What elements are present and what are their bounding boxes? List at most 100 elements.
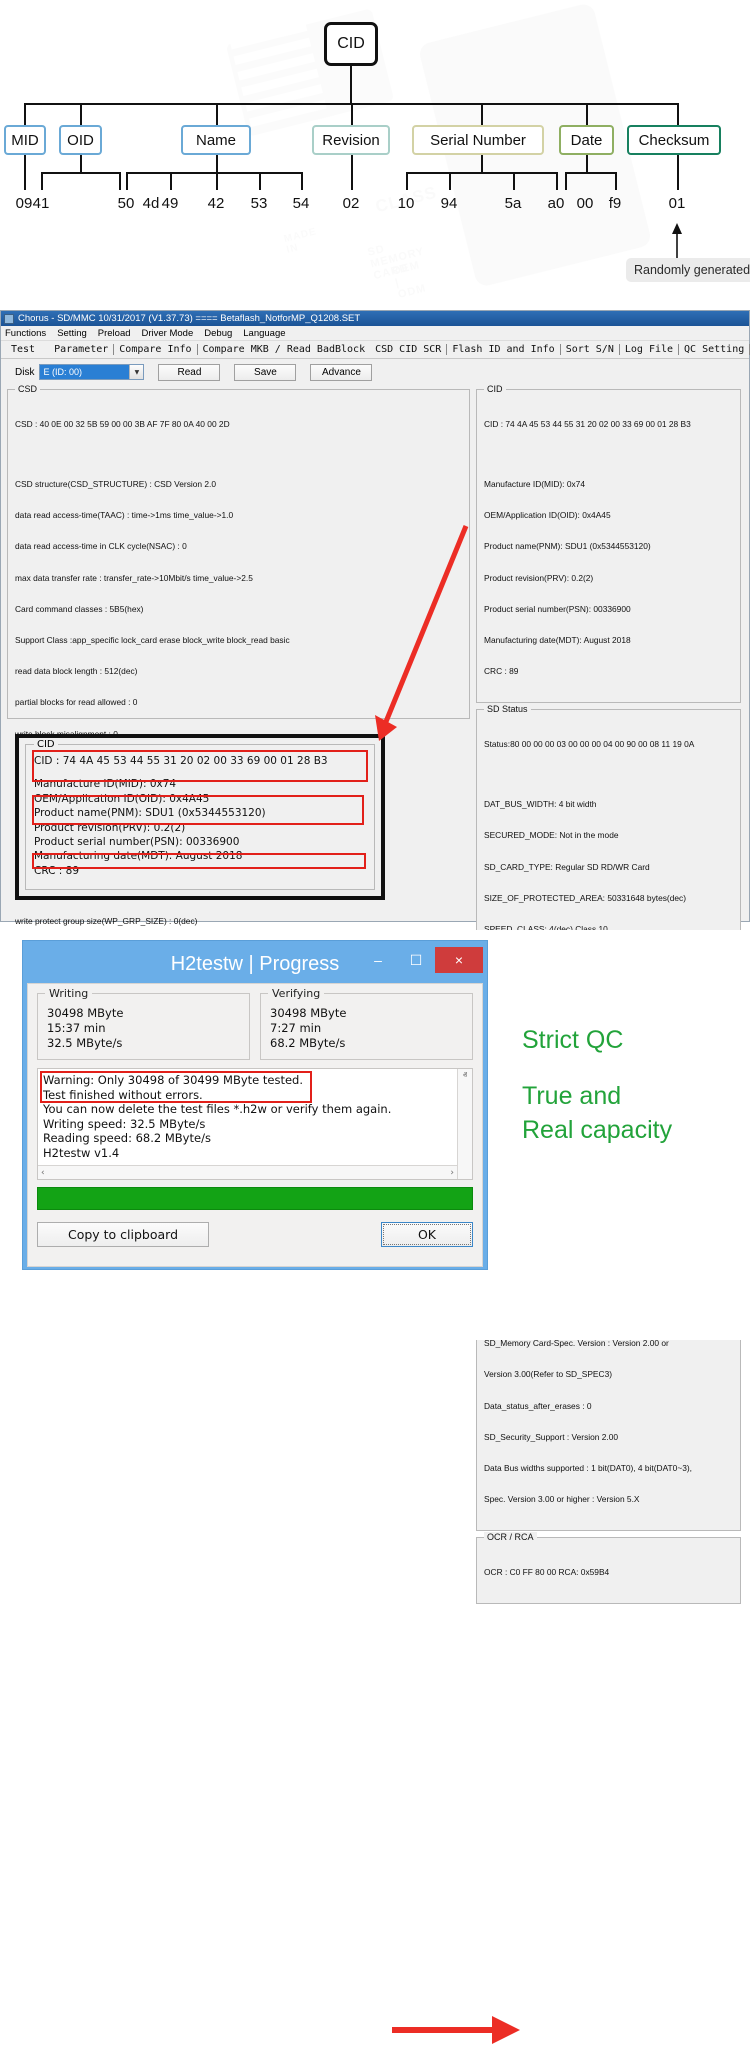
cid-tree-diagram: CLASS SD MEMORY CARD OEM | ODM MADE IN C… <box>0 0 750 300</box>
menu-item-language[interactable]: Language <box>243 328 285 339</box>
tick-name-0 <box>126 172 128 190</box>
byte-label-1: 41 <box>26 195 56 212</box>
byte-label-4: 49 <box>155 195 185 212</box>
byte-label-14: f9 <box>600 195 630 212</box>
tab-test[interactable]: Test <box>6 344 49 355</box>
drop-date <box>586 155 588 173</box>
csd-line-9: partial blocks for read allowed : 0 <box>15 697 462 707</box>
toolbar: Disk E (ID: 00) ▼ Read Save Advance <box>1 359 749 385</box>
byte-label-10: 94 <box>434 195 464 212</box>
diagram-node-mid: MID <box>4 125 46 155</box>
cid-zoom-group: CID CID : 74 4A 45 53 44 55 31 20 02 00 … <box>25 744 375 890</box>
cid-zoom-spacer <box>34 768 366 777</box>
byte-label-9: 10 <box>391 195 421 212</box>
tab-parameter[interactable]: Parameter <box>49 344 114 355</box>
disk-select[interactable]: E (ID: 00) ▼ <box>39 364 144 380</box>
diagram-node-serial-label: Serial Number <box>430 132 526 149</box>
menu-item-setting[interactable]: Setting <box>57 328 87 339</box>
bracket-name <box>126 172 301 174</box>
writing-legend: Writing <box>45 987 92 1000</box>
writing-time: 15:37 min <box>47 1021 240 1036</box>
close-icon[interactable]: × <box>435 947 483 973</box>
tick-name-3 <box>259 172 261 190</box>
copy-to-clipboard-button[interactable]: Copy to clipboard <box>37 1222 209 1247</box>
scr-line-8: Spec. Version 3.00 or higher : Version 5… <box>484 1494 733 1504</box>
read-button[interactable]: Read <box>158 364 220 381</box>
diagram-node-revision: Revision <box>312 125 390 155</box>
log-vscrollbar[interactable]: ⱏ ⱟ <box>457 1069 472 1179</box>
log-output[interactable]: Warning: Only 30498 of 30499 MByte teste… <box>37 1068 473 1180</box>
csd-line-7: Support Class :app_specific lock_card er… <box>15 635 462 645</box>
ok-button[interactable]: OK <box>381 1222 473 1247</box>
cid-line-2: Manufacture ID(MID): 0x74 <box>484 479 733 489</box>
disk-label: Disk <box>15 367 34 378</box>
byte-label-11: 5a <box>498 195 528 212</box>
stem-oid <box>80 103 82 125</box>
verifying-time: 7:27 min <box>270 1021 463 1036</box>
ocr-rca-body: OCR : C0 FF 80 00 RCA: 0x59B4 <box>477 1538 740 1603</box>
menu-item-driver-mode[interactable]: Driver Mode <box>142 328 194 339</box>
menu-item-preload[interactable]: Preload <box>98 328 131 339</box>
menu-item-debug[interactable]: Debug <box>204 328 232 339</box>
log-line-5: H2testw v1.4 <box>43 1146 452 1161</box>
log-text: Warning: Only 30498 of 30499 MByte teste… <box>38 1069 457 1165</box>
tab-qc-setting[interactable]: QC Setting <box>679 344 750 355</box>
sdstat-line-5: SIZE_OF_PROTECTED_AREA: 50331648 bytes(d… <box>484 893 733 903</box>
tab-log-file[interactable]: Log File <box>620 344 679 355</box>
diagram-node-oid: OID <box>59 125 102 155</box>
tick-name-2 <box>216 172 218 190</box>
chevron-down-icon[interactable]: ▼ <box>129 365 143 379</box>
tab-compare-info[interactable]: Compare Info <box>114 344 197 355</box>
sdstat-line-2: DAT_BUS_WIDTH: 4 bit width <box>484 799 733 809</box>
advance-button[interactable]: Advance <box>310 364 372 381</box>
tab-csd-cid-scr[interactable]: CSD CID SCR <box>370 344 447 355</box>
save-button[interactable]: Save <box>234 364 296 381</box>
log-line-3: Writing speed: 32.5 MByte/s <box>43 1117 452 1132</box>
cid-line-3: OEM/Application ID(OID): 0x4A45 <box>484 510 733 520</box>
tab-sort-sn[interactable]: Sort S/N <box>561 344 620 355</box>
tick-serial-3 <box>556 172 558 190</box>
csd-line-4: data read access-time in CLK cycle(NSAC)… <box>15 541 462 551</box>
cid-zoom-line-0: CID : 74 4A 45 53 44 55 31 20 02 00 33 6… <box>34 754 366 768</box>
stem-serial <box>481 103 483 125</box>
sdstat-line-0: Status:80 00 00 00 03 00 00 00 04 00 90 … <box>484 739 733 749</box>
app-titlebar: Chorus - SD/MMC 10/31/2017 (V1.37.73) ==… <box>1 311 749 326</box>
csd-group: CSD CSD : 40 0E 00 32 5B 59 00 00 3B AF … <box>7 389 470 719</box>
byte-label-8: 02 <box>336 195 366 212</box>
stats-gap <box>250 993 260 1060</box>
log-line-2: You can now delete the test files *.h2w … <box>43 1102 452 1117</box>
cid-line-0: CID : 74 4A 45 53 44 55 31 20 02 00 33 6… <box>484 419 733 429</box>
bracket-date <box>565 172 616 174</box>
diagram-node-checksum: Checksum <box>627 125 721 155</box>
cid-line-5: Product revision(PRV): 0.2(2) <box>484 573 733 583</box>
maximize-icon[interactable]: ☐ <box>397 947 435 973</box>
ocr-rca-line-0: OCR : C0 FF 80 00 RCA: 0x59B4 <box>484 1567 733 1577</box>
qc-red-arrow <box>392 2010 522 2050</box>
tab-compare-mkb[interactable]: Compare MKB / Read BadBlock <box>198 344 371 355</box>
cid-line-8: CRC : 89 <box>484 666 733 676</box>
scroll-right-icon[interactable]: › <box>450 1168 454 1178</box>
menubar[interactable]: Functions Setting Preload Driver Mode De… <box>1 326 749 341</box>
verifying-legend: Verifying <box>268 987 324 1000</box>
tick-name-4 <box>301 172 303 190</box>
cid-zoom-line-4: Product name(PNM): SDU1 (0x5344553120) <box>34 806 366 820</box>
scroll-left-icon[interactable]: ‹ <box>41 1168 45 1178</box>
diagram-node-root: CID <box>324 22 378 66</box>
tick-serial-0 <box>406 172 408 190</box>
bracket-serial <box>406 172 556 174</box>
chorus-app-window: Chorus - SD/MMC 10/31/2017 (V1.37.73) ==… <box>0 310 750 922</box>
tabstrip[interactable]: Test Parameter Compare Info Compare MKB … <box>1 341 749 359</box>
tab-flash-id-info[interactable]: Flash ID and Info <box>447 344 560 355</box>
tick-oid-0 <box>41 172 43 190</box>
log-hscrollbar[interactable]: ‹ › <box>38 1165 457 1179</box>
scroll-up-icon[interactable]: ⱏ <box>463 1071 467 1081</box>
menu-item-functions[interactable]: Functions <box>5 328 46 339</box>
disk-select-value: E (ID: 00) <box>40 365 129 379</box>
h2testw-body: Writing 30498 MByte 15:37 min 32.5 MByte… <box>27 983 483 1267</box>
cid-line-6: Product serial number(PSN): 00336900 <box>484 604 733 614</box>
byte-label-15: 01 <box>662 195 692 212</box>
diagram-node-oid-label: OID <box>67 132 94 149</box>
byte-label-5: 42 <box>201 195 231 212</box>
drop-oid <box>80 155 82 173</box>
minimize-icon[interactable]: – <box>359 947 397 973</box>
